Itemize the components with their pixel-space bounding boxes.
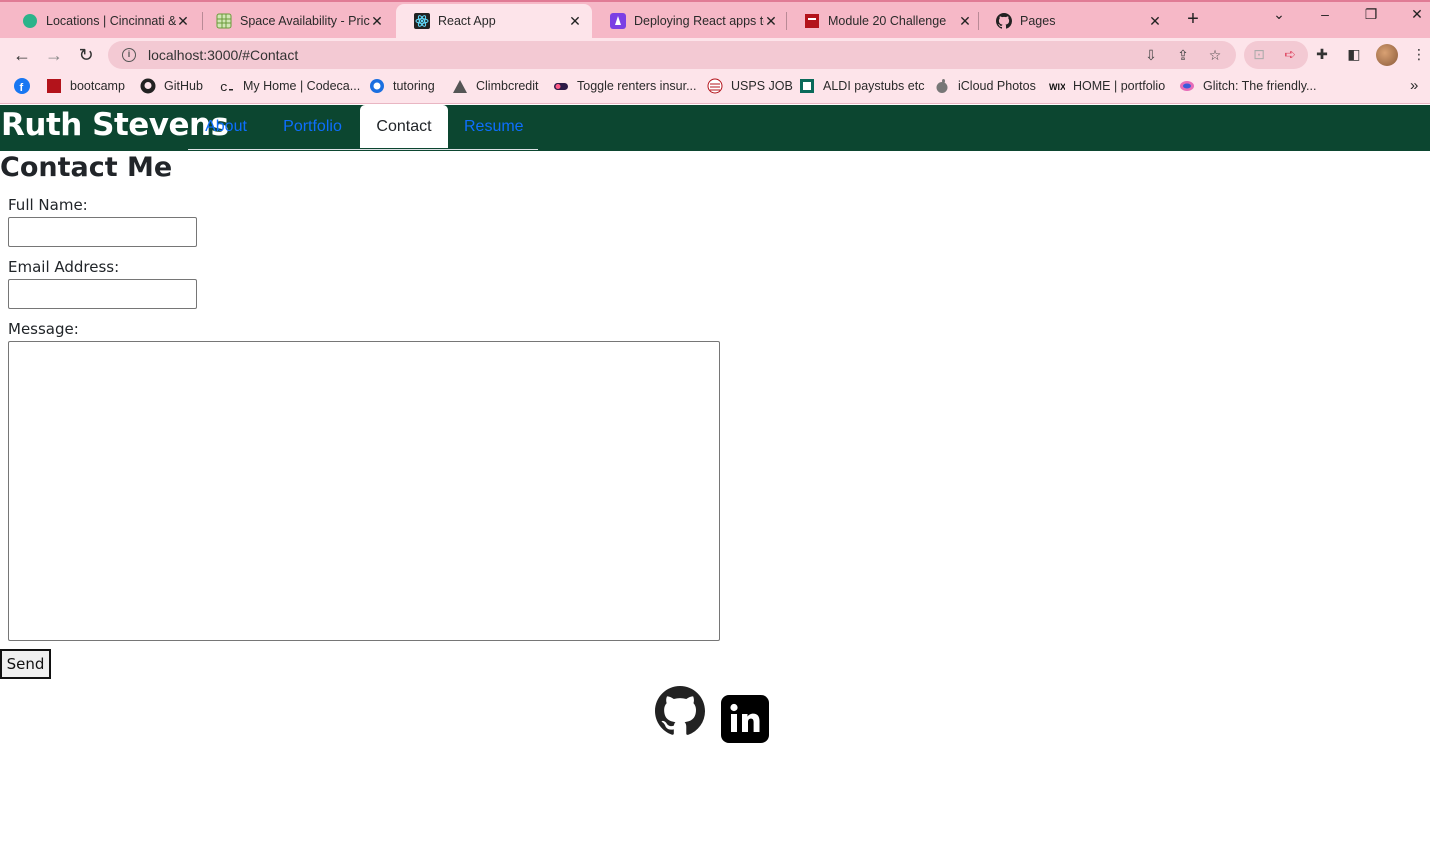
bookmark-bootcamp[interactable]: bootcamp <box>46 78 125 94</box>
apple-icon <box>934 78 950 94</box>
browser-toolbar: ← → ↻ i localhost:3000/#Contact ⇩ ⇪ ☆ ⊡ … <box>0 38 1430 72</box>
bookmark-tutoring[interactable]: tutoring <box>369 78 435 94</box>
github-icon <box>140 78 156 94</box>
profile-avatar[interactable] <box>1376 44 1398 66</box>
browser-tab-strip: Locations | Cincinnati & ✕ Space Availab… <box>0 0 1430 38</box>
bookmark-star-icon[interactable]: ☆ <box>1206 46 1224 64</box>
purple-rocket-icon <box>610 13 626 29</box>
tab-close-icon[interactable]: ✕ <box>764 13 778 30</box>
tab-title: Locations | Cincinnati & <box>46 14 176 28</box>
site-header: Ruth Stevens About Portfolio Contact Res… <box>0 105 1430 151</box>
red-book-icon <box>804 13 820 29</box>
tab-close-icon[interactable]: ✕ <box>1148 13 1162 30</box>
bookmark-github[interactable]: GitHub <box>140 78 203 94</box>
browser-tab-locations[interactable]: Locations | Cincinnati & ✕ <box>4 4 200 38</box>
nav-link-portfolio[interactable]: Portfolio <box>265 105 360 148</box>
browser-tab-pages[interactable]: Pages ✕ <box>978 4 1172 38</box>
tab-close-icon[interactable]: ✕ <box>958 13 972 30</box>
close-window-icon[interactable]: ✕ <box>1402 6 1430 23</box>
nav-tabs-underline <box>188 149 538 150</box>
message-label: Message: <box>8 320 79 338</box>
more-menu-icon[interactable]: ⋮ <box>1410 46 1428 64</box>
bookmark-aldi[interactable]: ALDI paystubs etc <box>799 78 924 94</box>
react-icon <box>414 13 430 29</box>
page-title: Contact Me <box>0 152 173 183</box>
svg-text:c: c <box>220 80 228 94</box>
bookmark-wix[interactable]: WIX HOME | portfolio <box>1049 78 1165 94</box>
codecademy-icon: c <box>219 78 235 95</box>
linkedin-icon[interactable] <box>720 694 770 749</box>
nav-link-resume[interactable]: Resume <box>448 105 537 148</box>
reload-icon[interactable]: ↻ <box>74 43 98 67</box>
spreadsheet-icon <box>216 13 232 29</box>
nav-link-contact[interactable]: Contact <box>360 105 448 148</box>
bookmark-toggle[interactable]: Toggle renters insur... <box>553 78 697 94</box>
install-app-icon[interactable]: ⇩ <box>1142 46 1160 64</box>
full-name-field[interactable] <box>8 217 197 247</box>
email-field[interactable] <box>8 279 197 309</box>
wix-icon: WIX <box>1049 78 1066 94</box>
browser-tab-react-app[interactable]: React App ✕ <box>396 4 592 38</box>
tab-title: Module 20 Challenge <box>828 14 947 28</box>
red-folder-icon <box>46 78 62 94</box>
nav-link-about[interactable]: About <box>188 105 264 148</box>
mountain-icon <box>452 78 468 94</box>
browser-tab-deploying-react[interactable]: Deploying React apps to ✕ <box>592 4 788 38</box>
green-circle-icon <box>22 13 38 29</box>
extensions-puzzle-icon[interactable]: ✚ <box>1313 46 1331 64</box>
full-name-label: Full Name: <box>8 196 88 214</box>
tab-close-icon[interactable]: ✕ <box>568 13 582 30</box>
minimize-icon[interactable]: – <box>1310 6 1340 22</box>
tab-search-chevron-icon[interactable]: ⌄ <box>1264 6 1294 23</box>
glitch-icon <box>1179 78 1195 94</box>
browser-tab-module-20[interactable]: Module 20 Challenge ✕ <box>786 4 982 38</box>
bookmark-usps[interactable]: USPS JOB <box>707 78 793 94</box>
blue-c-icon <box>369 78 385 94</box>
address-bar[interactable]: i localhost:3000/#Contact ⇩ ⇪ ☆ <box>108 41 1236 69</box>
browser-tab-space-availability[interactable]: Space Availability - Price ✕ <box>198 4 394 38</box>
tab-title: React App <box>438 14 496 28</box>
tab-close-icon[interactable]: ✕ <box>176 13 190 30</box>
svg-text:WIX: WIX <box>1049 82 1065 92</box>
usps-icon <box>707 78 723 94</box>
email-label: Email Address: <box>8 258 120 276</box>
send-button[interactable]: Send <box>0 649 51 679</box>
bookmark-codecademy[interactable]: c My Home | Codeca... <box>219 78 360 95</box>
share-icon[interactable]: ⇪ <box>1174 46 1192 64</box>
restore-icon[interactable]: ❐ <box>1356 6 1386 23</box>
tab-close-icon[interactable]: ✕ <box>370 13 384 30</box>
facebook-icon[interactable]: f <box>14 78 38 94</box>
new-tab-icon[interactable]: + <box>1182 8 1204 30</box>
bookmark-glitch[interactable]: Glitch: The friendly... <box>1179 78 1316 94</box>
forward-arrow-icon[interactable]: → <box>42 43 66 67</box>
tab-title: Deploying React apps to <box>634 14 764 28</box>
tab-title: Pages <box>1020 14 1056 28</box>
extension-arrow-icon[interactable]: ➪ <box>1281 46 1299 64</box>
side-panel-icon[interactable]: ◧ <box>1345 46 1363 64</box>
toggle-icon <box>553 78 569 94</box>
bookmarks-overflow-chevron-icon[interactable]: » <box>1410 77 1418 94</box>
svg-text:f: f <box>20 82 24 94</box>
github-icon[interactable] <box>655 686 706 741</box>
bookmarks-bar: f bootcamp GitHub c My Home | Codeca... t… <box>0 72 1430 104</box>
tab-title: Space Availability - Price <box>240 14 370 28</box>
message-textarea[interactable] <box>8 341 720 641</box>
bookmark-climbcredit[interactable]: Climbcredit <box>452 78 539 94</box>
back-arrow-icon[interactable]: ← <box>10 43 34 67</box>
bookmark-icloud[interactable]: iCloud Photos <box>934 78 1036 94</box>
extension-r-icon[interactable]: ⊡ <box>1250 46 1268 64</box>
github-icon <box>996 13 1013 29</box>
address-text[interactable]: localhost:3000/#Contact <box>148 47 298 63</box>
aldi-icon <box>799 78 815 94</box>
site-info-icon[interactable]: i <box>122 48 136 62</box>
